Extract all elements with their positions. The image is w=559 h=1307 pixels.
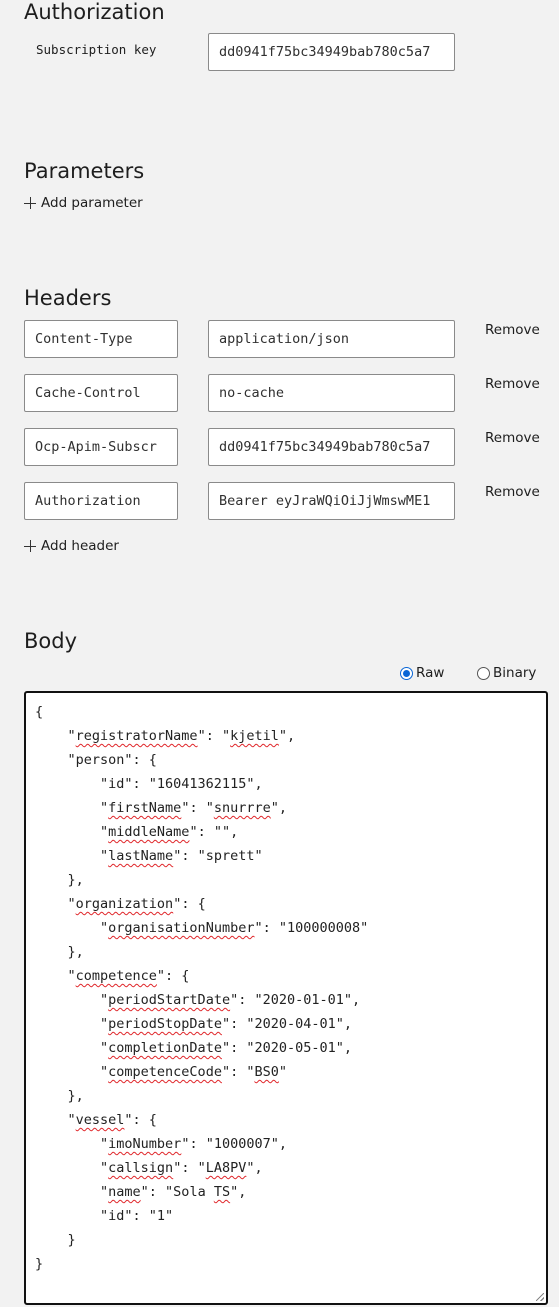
code-line: "periodStartDate": "2020-01-01", xyxy=(35,992,361,1008)
spellcheck-word: vessel xyxy=(75,1112,125,1128)
code-line: } xyxy=(35,1256,44,1272)
radio-unchecked-icon[interactable] xyxy=(477,666,490,680)
spellcheck-word: competenceCode xyxy=(108,1064,222,1080)
authorization-heading: Authorization xyxy=(24,0,165,24)
add-header-label: Add header xyxy=(41,538,119,554)
spellcheck-word: LA8PV xyxy=(205,1160,247,1176)
header-key-input[interactable]: Ocp-Apim-Subscr xyxy=(24,428,178,466)
code-line: "callsign": "LA8PV", xyxy=(35,1160,263,1176)
spellcheck-word: registratorName xyxy=(75,728,198,744)
header-key-input[interactable]: Cache-Control xyxy=(24,374,178,412)
code-line: "completionDate": "2020-05-01", xyxy=(35,1040,352,1056)
radio-checked-icon[interactable] xyxy=(400,666,413,680)
code-line: "organization": { xyxy=(35,896,206,912)
code-line: { xyxy=(35,704,44,720)
parameters-heading: Parameters xyxy=(24,159,145,183)
code-line: "id": "16041362115", xyxy=(35,776,263,792)
add-parameter-button[interactable]: Add parameter xyxy=(24,195,143,211)
spellcheck-word: name xyxy=(108,1184,141,1200)
code-line: "imoNumber": "1000007", xyxy=(35,1136,287,1152)
code-line: "lastName": "sprett" xyxy=(35,848,263,864)
body-heading: Body xyxy=(24,629,78,653)
code-line: "middleName": "", xyxy=(35,824,239,840)
code-line: "competence": { xyxy=(35,968,190,984)
code-line: }, xyxy=(35,1088,84,1104)
spellcheck-word: callsign xyxy=(108,1160,174,1176)
body-editor[interactable]: { "registratorName": "kjetil", "person":… xyxy=(24,691,548,1305)
spellcheck-word: snurrre xyxy=(213,800,271,816)
code-line: "vessel": { xyxy=(35,1112,157,1128)
code-line: "id": "1" xyxy=(35,1208,174,1224)
spellcheck-word: imoNumber xyxy=(108,1136,182,1152)
code-line: "organisationNumber": "100000008" xyxy=(35,920,369,936)
spellcheck-word: kjetil xyxy=(230,728,279,744)
remove-header-button[interactable]: Remove xyxy=(485,484,540,500)
spellcheck-word: organisationNumber xyxy=(108,920,255,936)
raw-radio-option[interactable]: Raw xyxy=(400,665,444,681)
remove-header-button[interactable]: Remove xyxy=(485,322,540,338)
code-line: "registratorName": "kjetil", xyxy=(35,728,296,744)
plus-icon xyxy=(24,540,36,552)
subscription-key-input[interactable]: dd0941f75bc34949bab780c5a7 xyxy=(208,33,455,71)
code-line: }, xyxy=(35,944,84,960)
spellcheck-word: competence xyxy=(75,968,157,984)
spellcheck-word: TS xyxy=(213,1184,231,1200)
spellcheck-word: periodStopDate xyxy=(108,1016,222,1032)
add-parameter-label: Add parameter xyxy=(41,195,143,211)
header-key-input[interactable]: Content-Type xyxy=(24,320,178,358)
header-value-input[interactable]: Bearer eyJraWQiOiJjWmswME1 xyxy=(208,482,455,520)
code-line: "periodStopDate": "2020-04-01", xyxy=(35,1016,352,1032)
spellcheck-word: firstName xyxy=(108,800,182,816)
code-line: "name": "Sola TS", xyxy=(35,1184,247,1200)
headers-heading: Headers xyxy=(24,286,112,310)
plus-icon xyxy=(24,197,36,209)
code-line: "firstName": "snurrre", xyxy=(35,800,287,816)
header-value-input[interactable]: application/json xyxy=(208,320,455,358)
remove-header-button[interactable]: Remove xyxy=(485,430,540,446)
header-value-input[interactable]: dd0941f75bc34949bab780c5a7 xyxy=(208,428,455,466)
subscription-key-label: Subscription key xyxy=(36,42,157,57)
code-line: "person": { xyxy=(35,752,157,768)
add-header-button[interactable]: Add header xyxy=(24,538,119,554)
binary-radio-label: Binary xyxy=(493,665,537,681)
header-value-input[interactable]: no-cache xyxy=(208,374,455,412)
binary-radio-option[interactable]: Binary xyxy=(477,665,536,681)
spellcheck-word: periodStartDate xyxy=(108,992,231,1008)
spellcheck-word: lastName xyxy=(108,848,174,864)
spellcheck-word: completionDate xyxy=(108,1040,222,1056)
spellcheck-word: organization xyxy=(75,896,174,912)
resize-grip-icon[interactable] xyxy=(536,1293,544,1301)
spellcheck-word: BS0 xyxy=(254,1064,279,1080)
spellcheck-word: middleName xyxy=(108,824,190,840)
raw-radio-label: Raw xyxy=(416,665,445,681)
code-line: }, xyxy=(35,872,84,888)
header-key-input[interactable]: Authorization xyxy=(24,482,178,520)
remove-header-button[interactable]: Remove xyxy=(485,376,540,392)
code-line: "competenceCode": "BS0" xyxy=(35,1064,287,1080)
code-line: } xyxy=(35,1232,76,1248)
